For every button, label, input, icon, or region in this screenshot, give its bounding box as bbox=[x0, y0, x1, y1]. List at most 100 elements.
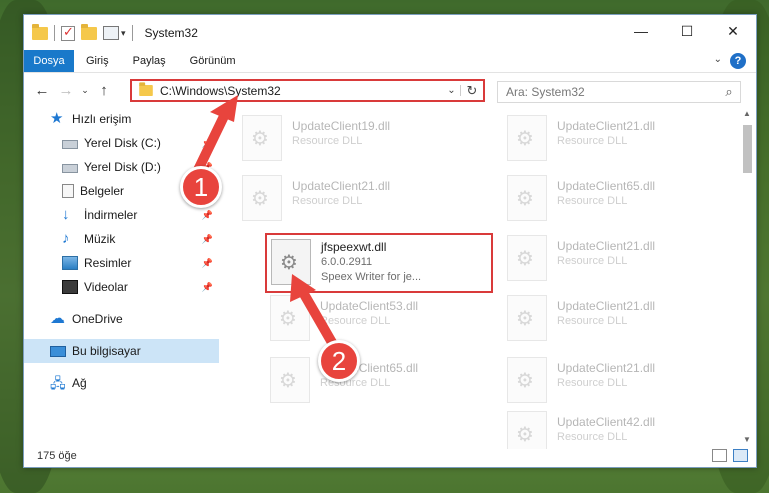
divider bbox=[131, 25, 133, 41]
nav-quick-access[interactable]: ★ Hızlı erişim bbox=[24, 107, 219, 131]
file-desc: Resource DLL bbox=[292, 135, 363, 147]
nav-label: Resimler bbox=[84, 256, 132, 270]
view-toggle bbox=[712, 449, 748, 462]
dll-file-icon bbox=[507, 235, 547, 281]
computer-icon bbox=[50, 345, 66, 357]
new-folder-icon[interactable] bbox=[81, 23, 97, 40]
minimize-icon: — bbox=[634, 23, 648, 39]
file-item[interactable]: UpdateClient53.dll Resource DLL bbox=[270, 295, 500, 349]
pin-icon[interactable]: 📌 bbox=[202, 210, 213, 221]
close-icon: ✕ bbox=[727, 22, 739, 39]
large-icons-view-icon[interactable] bbox=[733, 449, 748, 462]
nav-network[interactable]: 🖧 Ağ bbox=[24, 371, 219, 395]
file-desc: Resource DLL bbox=[320, 315, 391, 327]
scroll-thumb[interactable] bbox=[742, 125, 752, 173]
ribbon-tabs: Dosya Giriş Paylaş Görünüm ⌄ ? bbox=[24, 50, 756, 73]
nav-onedrive[interactable]: ☁ OneDrive bbox=[24, 307, 219, 331]
up-arrow-icon[interactable]: ↑ bbox=[92, 82, 116, 99]
nav-music[interactable]: ♪ Müzik 📌 bbox=[24, 227, 219, 251]
file-item[interactable]: UpdateClient65.dllResource DLL bbox=[270, 357, 500, 411]
file-name: UpdateClient21.dll bbox=[557, 239, 656, 253]
file-item[interactable]: UpdateClient65.dll Resource DLL bbox=[507, 175, 735, 229]
pin-icon[interactable]: 📌 bbox=[202, 234, 213, 245]
close-button[interactable]: ✕ bbox=[710, 15, 756, 47]
folder-icon bbox=[139, 82, 153, 97]
file-name: UpdateClient21.dll bbox=[557, 299, 656, 313]
nav-label: OneDrive bbox=[72, 312, 123, 326]
window-title: System32 bbox=[144, 26, 198, 40]
minimize-button[interactable]: — bbox=[618, 15, 664, 47]
tab-home[interactable]: Giriş bbox=[74, 50, 121, 72]
details-view-icon[interactable] bbox=[712, 449, 727, 462]
recent-locations-icon[interactable]: ⌄ bbox=[78, 85, 92, 96]
status-bar: 175 öğe bbox=[24, 445, 756, 467]
nav-pictures[interactable]: Resimler 📌 bbox=[24, 251, 219, 275]
file-desc: Resource DLL bbox=[557, 195, 628, 207]
file-item[interactable]: UpdateClient42.dll Resource DLL bbox=[507, 411, 735, 449]
file-name: UpdateClient65.dll bbox=[557, 179, 656, 193]
expand-ribbon-icon[interactable]: ⌄ bbox=[714, 54, 722, 65]
file-desc: Resource DLL bbox=[557, 315, 628, 327]
tab-file[interactable]: Dosya bbox=[24, 50, 74, 72]
nav-label: Ağ bbox=[72, 376, 87, 390]
file-item[interactable]: UpdateClient21.dll Resource DLL bbox=[242, 175, 472, 229]
dll-file-icon bbox=[271, 239, 311, 285]
nav-downloads[interactable]: ↓ İndirmeler 📌 bbox=[24, 203, 219, 227]
file-desc: Speex Writer for je... bbox=[321, 271, 422, 283]
dll-file-icon bbox=[507, 175, 547, 221]
scroll-up-icon[interactable]: ▲ bbox=[740, 107, 754, 121]
file-item[interactable]: UpdateClient21.dll Resource DLL bbox=[507, 115, 735, 169]
vertical-scrollbar[interactable]: ▲ ▼ bbox=[740, 107, 754, 447]
step-badge-2: 2 bbox=[318, 340, 360, 382]
forward-arrow-icon[interactable]: → bbox=[54, 82, 78, 99]
address-path[interactable]: C:\Windows\System32 bbox=[160, 84, 443, 98]
step-badge-1: 1 bbox=[180, 166, 222, 208]
file-item[interactable]: UpdateClient19.dll Resource DLL bbox=[242, 115, 472, 169]
file-name: UpdateClient21.dll bbox=[557, 119, 656, 133]
pin-icon[interactable]: 📌 bbox=[202, 138, 213, 149]
nav-drive-c[interactable]: Yerel Disk (C:) 📌 bbox=[24, 131, 219, 155]
customize-toolbar-icon[interactable] bbox=[103, 26, 119, 40]
file-name: UpdateClient19.dll bbox=[292, 119, 391, 133]
back-arrow-icon[interactable]: ← bbox=[30, 82, 54, 99]
file-desc: Resource DLL bbox=[557, 135, 628, 147]
file-name: UpdateClient42.dll bbox=[557, 415, 656, 429]
nav-label: İndirmeler bbox=[84, 208, 138, 222]
nav-label: Belgeler bbox=[80, 184, 125, 198]
file-desc: Resource DLL bbox=[557, 255, 628, 267]
address-row: ← → ⌄ ↑ C:\Windows\System32 ⌄ ↻ Ara: Sys… bbox=[24, 73, 756, 107]
videos-icon bbox=[62, 280, 78, 294]
drive-icon bbox=[62, 140, 78, 149]
divider bbox=[54, 25, 55, 41]
pin-icon[interactable]: 📌 bbox=[202, 282, 213, 293]
pin-icon[interactable]: 📌 bbox=[202, 258, 213, 269]
search-icon[interactable]: ⌕ bbox=[718, 84, 740, 100]
file-item[interactable]: UpdateClient21.dll Resource DLL bbox=[507, 295, 735, 349]
dll-file-icon bbox=[242, 115, 282, 161]
chevron-down-icon[interactable]: ▾ bbox=[121, 28, 126, 39]
nav-label: Hızlı erişim bbox=[72, 112, 132, 126]
help-icon[interactable]: ? bbox=[730, 53, 746, 69]
dll-file-icon bbox=[270, 295, 310, 341]
address-bar[interactable]: C:\Windows\System32 ⌄ ↻ bbox=[130, 79, 485, 102]
properties-check-icon[interactable] bbox=[61, 24, 75, 41]
search-input[interactable]: Ara: System32 bbox=[506, 85, 718, 99]
file-desc: Resource DLL bbox=[292, 195, 363, 207]
nav-videos[interactable]: Videolar 📌 bbox=[24, 275, 219, 299]
file-name: UpdateClient21.dll bbox=[292, 179, 391, 193]
maximize-icon: ☐ bbox=[680, 22, 694, 39]
chevron-down-icon[interactable]: ⌄ bbox=[443, 85, 461, 96]
nav-this-pc[interactable]: Bu bilgisayar bbox=[24, 339, 219, 363]
search-box[interactable]: Ara: System32 ⌕ bbox=[497, 81, 741, 103]
file-item[interactable]: UpdateClient21.dll Resource DLL bbox=[507, 235, 735, 289]
documents-icon bbox=[62, 184, 74, 198]
item-count: 175 öğe bbox=[37, 450, 77, 462]
navigation-pane: ★ Hızlı erişim Yerel Disk (C:) 📌 Yerel D… bbox=[24, 107, 219, 447]
refresh-icon[interactable]: ↻ bbox=[461, 83, 483, 99]
nav-label: Videolar bbox=[84, 280, 128, 294]
file-item[interactable]: UpdateClient21.dll Resource DLL bbox=[507, 357, 735, 411]
tab-view[interactable]: Görünüm bbox=[178, 50, 248, 72]
file-item-highlighted[interactable]: jfspeexwt.dll 6.0.0.2911 Speex Writer fo… bbox=[265, 233, 493, 293]
maximize-button[interactable]: ☐ bbox=[664, 15, 710, 47]
tab-share[interactable]: Paylaş bbox=[121, 50, 178, 72]
